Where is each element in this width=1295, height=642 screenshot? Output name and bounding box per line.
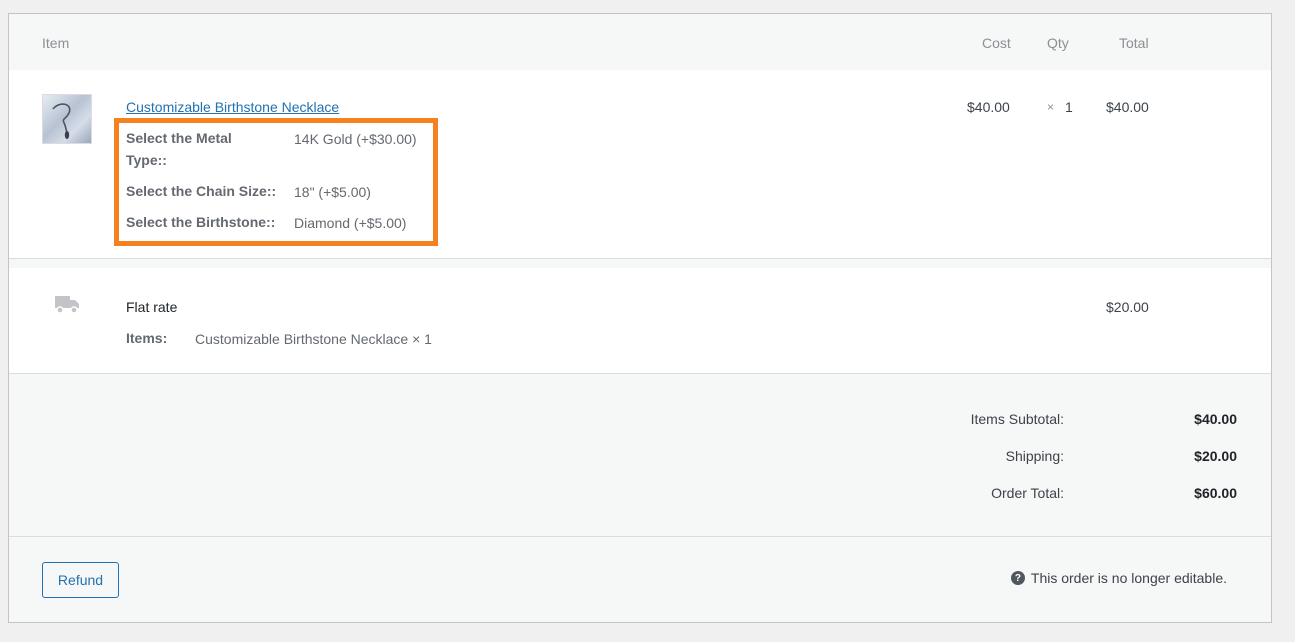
items-table-header: Item Cost Qty Total xyxy=(9,14,1271,70)
header-total: Total xyxy=(1119,35,1149,51)
help-icon[interactable]: ? xyxy=(1010,571,1025,585)
header-item: Item xyxy=(42,35,70,51)
items-subtotal-label: Items Subtotal: xyxy=(970,411,1064,427)
not-editable-notice: ? This order is no longer editable. xyxy=(1010,570,1227,586)
shipping-line-total: $20.00 xyxy=(1106,299,1149,315)
order-items-panel: Item Cost Qty Total Customizable Birthst… xyxy=(8,13,1272,623)
row-divider xyxy=(9,373,1271,374)
header-cost: Cost xyxy=(982,35,1011,51)
line-item-qty: 1 xyxy=(1065,99,1073,115)
shipping-total-label: Shipping: xyxy=(1005,448,1064,464)
qty-times-sign: × xyxy=(1047,100,1055,114)
meta-key: Select the Birthstone:: xyxy=(126,214,276,230)
order-total-label: Order Total: xyxy=(991,485,1064,501)
line-item-total: $40.00 xyxy=(1106,99,1149,115)
meta-key: Select the Metal Type:: xyxy=(126,130,232,168)
refund-button[interactable]: Refund xyxy=(42,562,119,598)
shipping-method-name: Flat rate xyxy=(126,299,178,315)
shipping-items-label: Items: xyxy=(126,330,168,346)
meta-key: Select the Chain Size:: xyxy=(126,183,277,199)
line-item-cost: $40.00 xyxy=(967,99,1010,115)
row-divider xyxy=(9,536,1271,537)
shipping-row xyxy=(9,268,1271,373)
row-divider xyxy=(9,258,1271,259)
item-meta-highlight: Select the Metal Type:: 14K Gold (+$30.0… xyxy=(114,118,438,246)
order-total-value: $60.00 xyxy=(1194,485,1237,501)
product-thumbnail[interactable] xyxy=(42,94,92,144)
shipping-total-value: $20.00 xyxy=(1194,448,1237,464)
shipping-items-value: Customizable Birthstone Necklace × 1 xyxy=(195,331,432,347)
product-name-link[interactable]: Customizable Birthstone Necklace xyxy=(126,99,339,115)
items-subtotal-value: $40.00 xyxy=(1194,411,1237,427)
meta-value: 18" (+$5.00) xyxy=(294,184,371,200)
meta-value: Diamond (+$5.00) xyxy=(294,215,407,231)
truck-icon xyxy=(54,293,80,320)
notice-text: This order is no longer editable. xyxy=(1030,570,1227,586)
header-qty: Qty xyxy=(1047,35,1069,51)
meta-value: 14K Gold (+$30.00) xyxy=(294,131,417,147)
